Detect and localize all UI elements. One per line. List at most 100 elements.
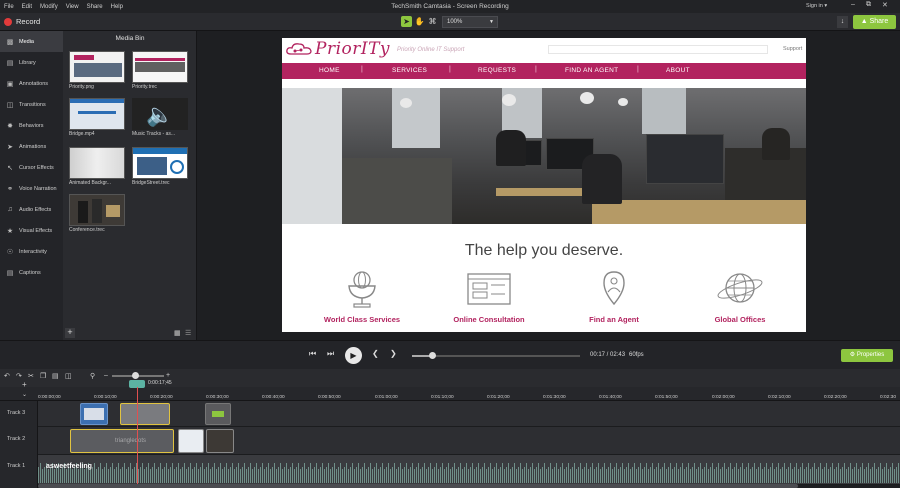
nav-find-agent[interactable]: FIND AN AGENT xyxy=(565,67,618,74)
feature-find-an-agent[interactable]: Find an Agent xyxy=(559,270,669,324)
timeline-ruler[interactable]: 0:00:00;00 0:00:10;00 0:00:20;00 0:00:30… xyxy=(0,387,900,401)
menu-modify[interactable]: Modify xyxy=(40,4,58,10)
sidebar-item-visual-effects[interactable]: ★ Visual Effects xyxy=(0,220,63,241)
add-media-button[interactable]: + xyxy=(65,328,75,338)
next-marker-icon[interactable]: ❯ xyxy=(390,349,397,358)
cut-icon[interactable]: ✂ xyxy=(28,372,34,380)
track-name-2[interactable]: Track 2 xyxy=(7,436,25,442)
redo-icon[interactable]: ↷ xyxy=(16,372,22,380)
menu-view[interactable]: View xyxy=(66,4,79,10)
restore-icon[interactable]: ⧉ xyxy=(866,1,871,9)
pointer-tool-icon[interactable]: ➤ xyxy=(401,16,412,27)
timeline-clip[interactable] xyxy=(178,429,204,453)
media-item[interactable]: Priority.trec xyxy=(132,51,188,90)
track-3[interactable] xyxy=(38,401,900,427)
split-icon[interactable]: ◫ xyxy=(65,372,72,380)
close-icon[interactable]: ✕ xyxy=(882,1,888,9)
playback-bar: ⏮ ⏭ ▶ ❮ ❯ 00:17 / 02:43 60fps ⚙ Properti… xyxy=(0,340,900,369)
timeline-scrollbar[interactable] xyxy=(38,484,798,488)
media-item[interactable]: Conference.trec xyxy=(69,194,125,233)
sidebar-item-captions[interactable]: ▤ Captions xyxy=(0,262,63,283)
undo-icon[interactable]: ↶ xyxy=(4,372,10,380)
track-1[interactable] xyxy=(38,455,900,485)
zoom-in-icon[interactable]: + xyxy=(166,372,170,379)
sidebar-item-interactivity[interactable]: ☉ Interactivity xyxy=(0,241,63,262)
media-item[interactable]: Animated Backgr... xyxy=(69,147,125,186)
add-track-icon[interactable]: + xyxy=(22,380,27,389)
sidebar-item-label: Transitions xyxy=(19,101,46,108)
record-icon[interactable] xyxy=(4,18,12,26)
nav-home[interactable]: HOME xyxy=(319,67,340,74)
scrubber-track[interactable] xyxy=(412,355,580,357)
media-item[interactable]: BridgeStreet.trec xyxy=(132,147,188,186)
step-back-icon[interactable]: ⏮ xyxy=(309,349,316,359)
download-icon[interactable]: ↓ xyxy=(837,16,848,28)
sign-in-button[interactable]: Sign in ▾ xyxy=(806,3,827,9)
media-item[interactable]: Priority.png xyxy=(69,51,125,90)
step-forward-icon[interactable]: ⏭ xyxy=(327,349,334,359)
feature-online-consultation[interactable]: Online Consultation xyxy=(434,270,544,324)
feature-global-offices[interactable]: Global Offices xyxy=(685,270,795,324)
timeline-zoom-handle[interactable] xyxy=(132,372,139,379)
hero-image xyxy=(282,88,806,224)
track-2[interactable]: triangledots xyxy=(38,427,900,455)
paste-icon[interactable]: ▤ xyxy=(52,372,59,380)
minimize-icon[interactable]: – xyxy=(851,1,855,8)
nav-requests[interactable]: REQUESTS xyxy=(478,67,516,74)
sidebar-item-annotations[interactable]: ▣ Annotations xyxy=(0,73,63,94)
list-view-icon[interactable]: ☰ xyxy=(185,329,191,337)
sidebar-item-animations[interactable]: ➤ Animations xyxy=(0,136,63,157)
nav-separator: | xyxy=(637,66,639,73)
menu-share[interactable]: Share xyxy=(87,4,103,10)
crop-tool-icon[interactable]: ⌘ xyxy=(427,16,438,27)
nav-services[interactable]: SERVICES xyxy=(392,67,427,74)
website-support-link[interactable]: Support xyxy=(783,46,802,52)
properties-label: Properties xyxy=(856,352,885,358)
sidebar-item-media[interactable]: ▩ Media xyxy=(0,31,63,52)
zoom-value: 100% xyxy=(447,19,463,25)
cloud-logo-icon xyxy=(286,43,312,55)
timeline-clip[interactable] xyxy=(80,403,108,425)
track-name-1[interactable]: Track 1 xyxy=(7,463,25,469)
media-item-label: Conference.trec xyxy=(69,227,105,233)
track-name-3[interactable]: Track 3 xyxy=(7,410,25,416)
copy-icon[interactable]: ❐ xyxy=(40,372,46,380)
sidebar-item-transitions[interactable]: ◫ Transitions xyxy=(0,94,63,115)
menu-file[interactable]: File xyxy=(4,4,14,10)
media-item[interactable]: Bridge.mp4 xyxy=(69,98,125,137)
zoom-out-icon[interactable]: – xyxy=(104,372,108,379)
hand-tool-icon[interactable]: ✋ xyxy=(414,16,425,27)
feature-world-class-services[interactable]: World Class Services xyxy=(307,270,417,324)
play-button[interactable]: ▶ xyxy=(345,347,362,364)
preview-canvas[interactable]: PriorITy Priority Online IT Support Supp… xyxy=(282,38,806,332)
film-icon: ▩ xyxy=(6,38,14,46)
sidebar-item-behaviors[interactable]: ✸ Behaviors xyxy=(0,115,63,136)
sidebar-item-cursor-effects[interactable]: ↖ Cursor Effects xyxy=(0,157,63,178)
grid-view-icon[interactable]: ▦ xyxy=(174,329,181,337)
properties-button[interactable]: ⚙ Properties xyxy=(841,349,893,362)
record-button[interactable]: Record xyxy=(16,17,40,26)
website-search-input[interactable] xyxy=(548,45,768,54)
menu-help[interactable]: Help xyxy=(111,4,123,10)
sidebar-item-voice-narration[interactable]: ⚭ Voice Narration xyxy=(0,178,63,199)
timeline-clip[interactable] xyxy=(205,403,231,425)
media-item[interactable]: 🔈 Music Tracks - as... xyxy=(132,98,188,137)
sidebar-item-label: Voice Narration xyxy=(19,185,57,192)
collapse-tracks-icon[interactable]: ⌄ xyxy=(22,391,27,398)
scrubber-handle[interactable] xyxy=(429,352,436,359)
feature-label: Online Consultation xyxy=(453,315,525,324)
timeline-clip-selected[interactable] xyxy=(120,403,170,425)
sidebar-item-audio-effects[interactable]: ♫ Audio Effects xyxy=(0,199,63,220)
timeline-clip[interactable] xyxy=(206,429,234,453)
sidebar-item-library[interactable]: ▤ Library xyxy=(0,52,63,73)
zoom-select[interactable]: 100% ▼ xyxy=(442,16,498,28)
menu-edit[interactable]: Edit xyxy=(22,4,32,10)
share-button[interactable]: ▲ Share xyxy=(853,15,896,29)
ruler-tick-label: 0:02:20;00 xyxy=(824,395,847,400)
timeline-clip-selected[interactable]: triangledots xyxy=(70,429,174,453)
sidebar-item-label: Animations xyxy=(19,143,47,150)
previous-marker-icon[interactable]: ❮ xyxy=(372,349,379,358)
sidebar-item-label: Annotations xyxy=(19,80,49,87)
nav-about[interactable]: ABOUT xyxy=(666,67,690,74)
zoom-search-icon[interactable]: ⚲ xyxy=(90,372,95,380)
